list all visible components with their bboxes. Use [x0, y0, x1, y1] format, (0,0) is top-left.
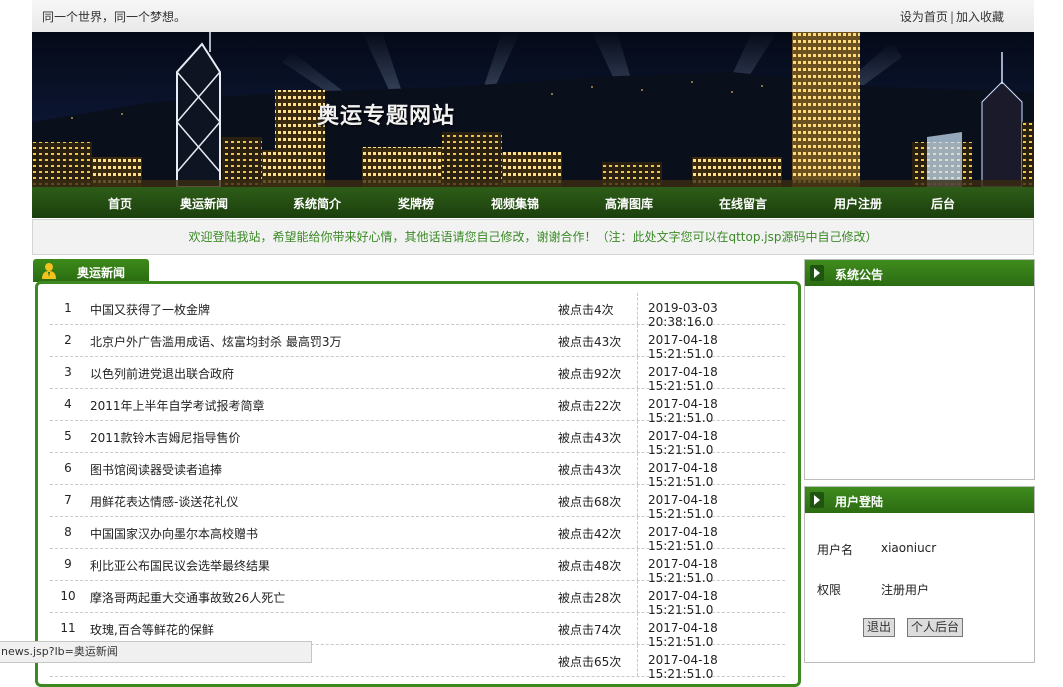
announcement-title: 系统公告 — [835, 268, 884, 282]
hit-count: 被点击48次 — [558, 559, 622, 573]
news-title-link[interactable]: 2011年上半年自学考试报考简章 — [90, 397, 265, 414]
browser-status-bar: news.jsp?lb=奥运新闻 — [0, 641, 312, 663]
username-row: 用户名 xiaoniucr — [817, 541, 936, 558]
hit-count: 被点击92次 — [558, 367, 622, 381]
main-nav: 首页 奥运新闻 系统简介 奖牌榜 视频集锦 高清图库 在线留言 用户注册 后台 — [32, 187, 1034, 218]
table-row[interactable]: 4 2011年上半年自学考试报考简章 被点击22次 2017-04-18 15:21:… — [50, 389, 785, 425]
news-title-link[interactable]: 玫瑰,百合等鲜花的保鲜 — [90, 621, 214, 638]
welcome-message: 欢迎登陆我站，希望能给你带来好心情，其他话语请您自己修改，谢谢合作！（注：此处文… — [32, 219, 1034, 255]
logout-button[interactable]: 退出 — [863, 618, 896, 637]
news-title-link[interactable]: 利比亚公布国民议会选举最终结果 — [90, 557, 270, 574]
personal-center-button[interactable]: 个人后台 — [907, 618, 964, 637]
row-number: 1 — [64, 301, 72, 315]
role-value: 注册用户 — [881, 583, 930, 597]
news-title-link[interactable]: 图书馆阅读器受读者追捧 — [90, 461, 222, 478]
column-divider — [637, 293, 639, 324]
nav-item-olympic-news[interactable]: 奥运新闻 — [180, 195, 228, 212]
column-divider — [637, 389, 639, 420]
hit-count: 被点击74次 — [558, 623, 622, 637]
news-tab[interactable]: 奥运新闻 — [33, 259, 149, 282]
site-title: 奥运专题网站 — [317, 103, 456, 129]
hit-count: 被点击4次 — [558, 303, 614, 317]
arrow-right-icon — [814, 495, 820, 505]
nav-item-online-message[interactable]: 在线留言 — [719, 195, 767, 212]
column-divider — [637, 325, 639, 356]
add-favorite-link[interactable]: 加入收藏 — [956, 10, 1004, 24]
hit-count: 被点击68次 — [558, 495, 622, 509]
column-divider — [637, 357, 639, 388]
news-title-link[interactable]: 2011款铃木吉姆尼指导售价 — [90, 429, 241, 446]
news-tab-label: 奥运新闻 — [77, 266, 126, 280]
table-row[interactable]: 2 北京户外广告滥用成语、炫富均封杀 最高罚3万 被点击43次 2017-04-18 … — [50, 325, 785, 361]
link-separator: | — [949, 10, 954, 24]
column-divider — [637, 613, 639, 644]
city-night-skyline-image — [32, 32, 1034, 187]
hit-count: 被点击43次 — [558, 431, 622, 445]
table-row[interactable]: 1 中国又获得了一枚金牌 被点击4次 2019-03-03 20:38:16.0 — [50, 293, 785, 329]
table-row[interactable]: 3 以色列前进党退出联合政府 被点击92次 2017-04-18 15:21:51.0 — [50, 357, 785, 393]
row-number: 2 — [64, 333, 72, 347]
top-links: 设为首页 | 加入收藏 — [900, 8, 1004, 25]
table-row[interactable]: 10 摩洛哥两起重大交通事故致26人死亡 被点击28次 2017-04-18 15:2… — [50, 581, 785, 617]
column-divider — [637, 549, 639, 580]
table-row[interactable]: 9 利比亚公布国民议会选举最终结果 被点击48次 2017-04-18 15:21:5… — [50, 549, 785, 585]
row-number: 6 — [64, 461, 72, 475]
nav-item-system-intro[interactable]: 系统简介 — [293, 195, 341, 212]
row-number: 11 — [60, 621, 76, 635]
hit-count: 被点击42次 — [558, 527, 622, 541]
role-label: 权限 — [817, 583, 842, 597]
announcement-header: 系统公告 — [805, 260, 1034, 286]
role-row: 权限 注册用户 — [817, 581, 929, 598]
nav-item-hd-gallery[interactable]: 高清图库 — [605, 195, 653, 212]
row-number: 8 — [64, 525, 72, 539]
login-header: 用户登陆 — [805, 487, 1034, 513]
nav-item-home[interactable]: 首页 — [108, 195, 132, 212]
arrow-right-icon — [814, 268, 820, 278]
nav-item-medal-table[interactable]: 奖牌榜 — [398, 195, 434, 212]
login-title: 用户登陆 — [835, 495, 884, 509]
hit-count: 被点击28次 — [558, 591, 622, 605]
news-title-link[interactable]: 用鲜花表达情感-谈送花礼仪 — [90, 493, 238, 510]
table-row[interactable]: 7 用鲜花表达情感-谈送花礼仪 被点击68次 2017-04-18 15:21:51.… — [50, 485, 785, 521]
column-divider — [637, 581, 639, 612]
user-icon — [42, 263, 56, 279]
news-title-link[interactable]: 中国又获得了一枚金牌 — [90, 301, 210, 318]
news-title-link[interactable]: 以色列前进党退出联合政府 — [90, 365, 234, 382]
hit-count: 被点击65次 — [558, 655, 622, 669]
nav-item-user-register[interactable]: 用户注册 — [834, 195, 882, 212]
nav-item-video-highlights[interactable]: 视频集锦 — [491, 195, 539, 212]
row-number: 4 — [64, 397, 72, 411]
username-label: 用户名 — [817, 543, 854, 557]
site-slogan: 同一个世界，同一个梦想。 — [42, 10, 187, 24]
news-title-link[interactable]: 北京户外广告滥用成语、炫富均封杀 最高罚3万 — [90, 333, 341, 350]
hit-count: 被点击43次 — [558, 463, 622, 477]
table-row[interactable]: 6 图书馆阅读器受读者追捧 被点击43次 2017-04-18 15:21:51.0 — [50, 453, 785, 489]
row-number: 10 — [60, 589, 76, 603]
table-row[interactable]: 5 2011款铃木吉姆尼指导售价 被点击43次 2017-04-18 15:21:51… — [50, 421, 785, 457]
row-number: 7 — [64, 493, 72, 507]
set-home-link[interactable]: 设为首页 — [900, 10, 948, 24]
nav-item-admin[interactable]: 后台 — [931, 195, 955, 212]
hit-count: 被点击22次 — [558, 399, 622, 413]
column-divider — [637, 485, 639, 516]
row-number: 3 — [64, 365, 72, 379]
row-number: 9 — [64, 557, 72, 571]
column-divider — [637, 453, 639, 484]
username-value: xiaoniucr — [881, 541, 937, 555]
news-list: 1 中国又获得了一枚金牌 被点击4次 2019-03-03 20:38:16.0 2北… — [35, 281, 801, 687]
publish-date: 2017-04-18 15:21:51.0 — [648, 653, 718, 681]
column-divider — [637, 421, 639, 452]
news-title-link[interactable]: 中国国家汉办向墨尔本高校赠书 — [90, 525, 258, 542]
table-row[interactable]: 8 中国国家汉办向墨尔本高校赠书 被点击42次 2017-04-18 15:21:51… — [50, 517, 785, 553]
row-number: 5 — [64, 429, 72, 443]
column-divider — [637, 517, 639, 548]
top-bar: 同一个世界，同一个梦想。 设为首页 | 加入收藏 — [32, 0, 1034, 33]
news-title-link[interactable]: 摩洛哥两起重大交通事故致26人死亡 — [90, 589, 285, 606]
announcement-panel: 系统公告 — [804, 259, 1035, 480]
banner: 奥运专题网站 — [32, 32, 1034, 187]
hit-count: 被点击43次 — [558, 335, 622, 349]
